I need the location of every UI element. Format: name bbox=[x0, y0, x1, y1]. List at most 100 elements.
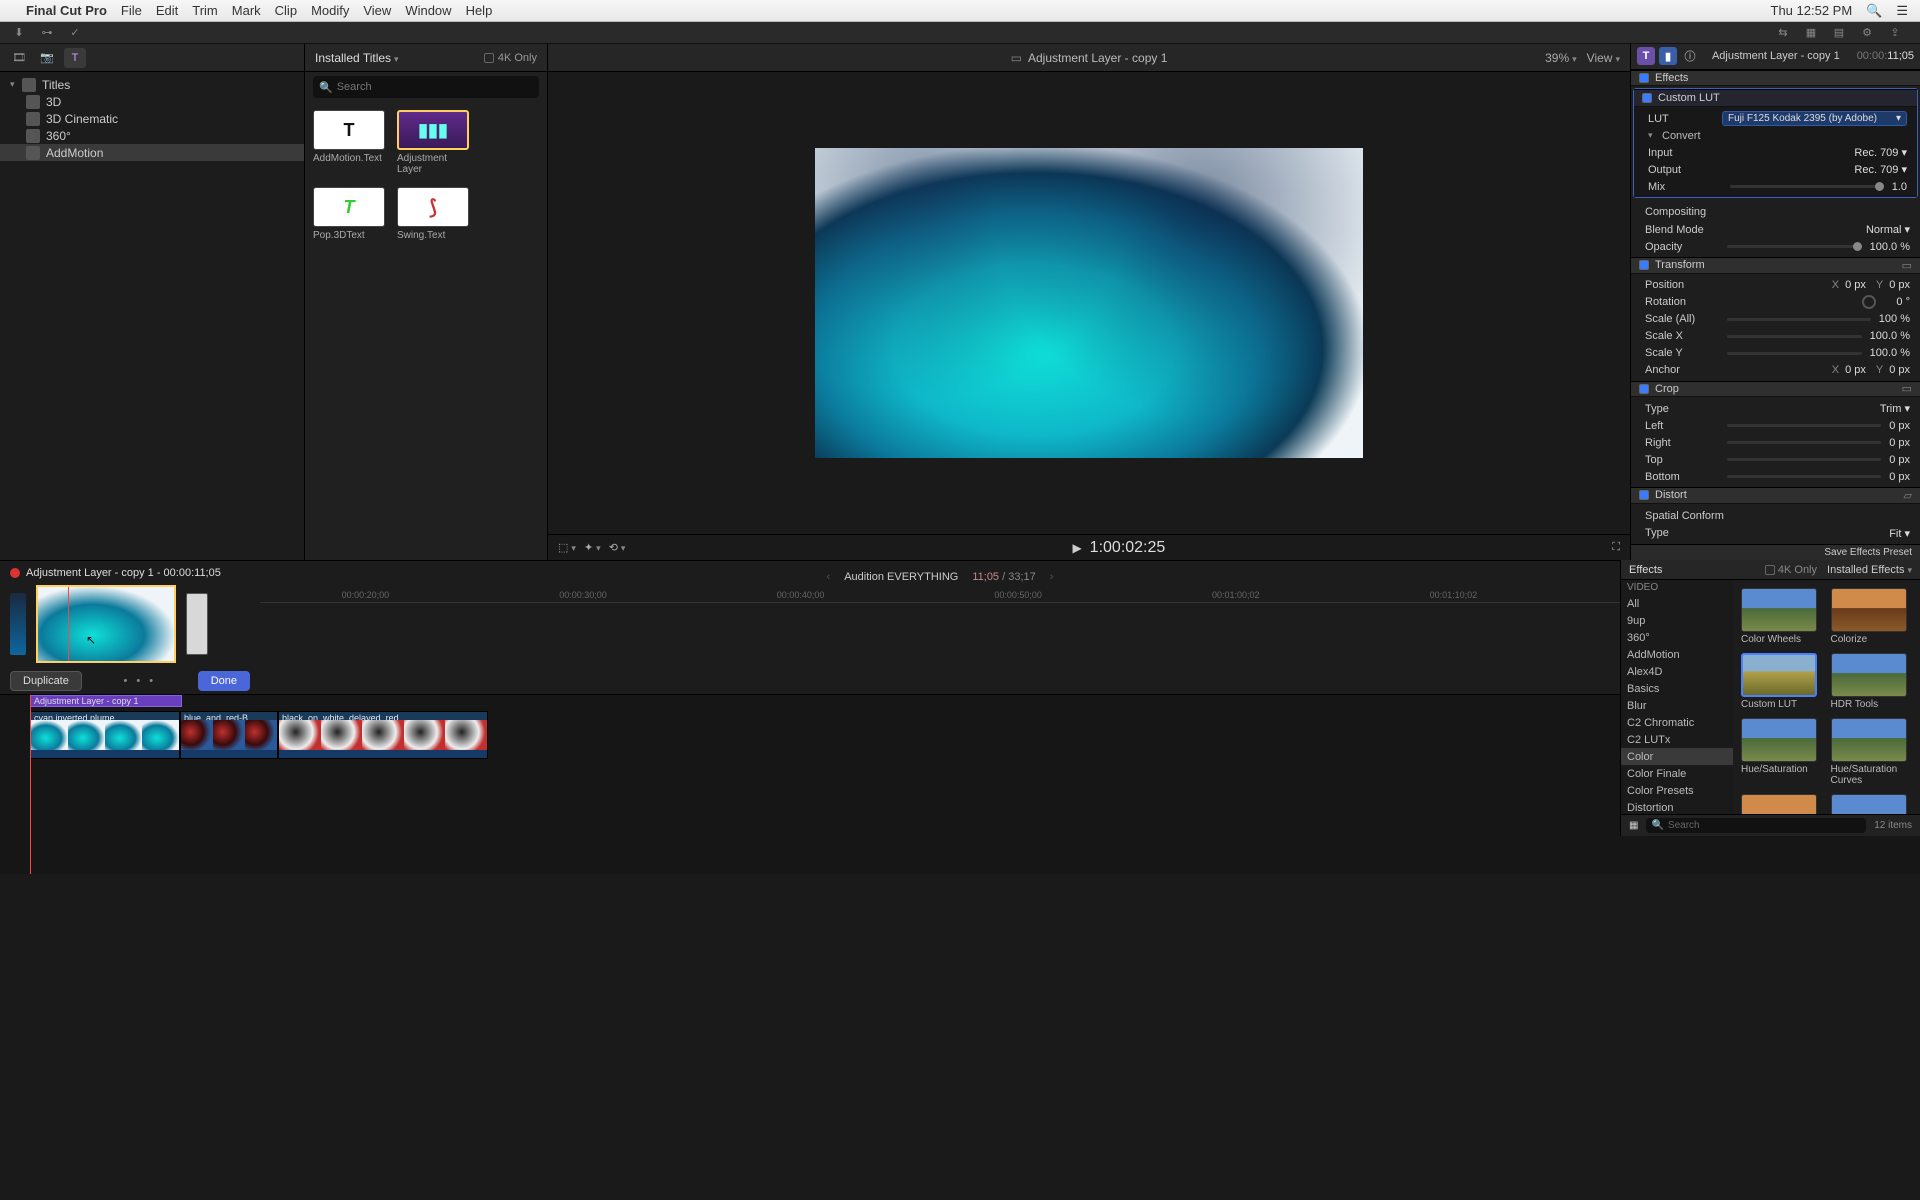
blend-value[interactable]: Normal ▾ bbox=[1866, 223, 1910, 236]
spatial-type-value[interactable]: Fit ▾ bbox=[1889, 527, 1910, 540]
grid-view-button[interactable]: ▦ bbox=[1800, 24, 1822, 42]
timeline-clip[interactable]: black_on_white_delayed_red bbox=[278, 711, 488, 759]
control-center-icon[interactable]: ☰ bbox=[1896, 3, 1908, 19]
crop-onscreen-icon[interactable]: ▭ bbox=[1902, 382, 1912, 395]
effect-item[interactable] bbox=[1831, 794, 1913, 814]
menu-clip[interactable]: Clip bbox=[275, 3, 297, 18]
crop-left-slider[interactable] bbox=[1727, 424, 1881, 427]
effects-cat[interactable]: Alex4D bbox=[1621, 663, 1733, 680]
browser-item[interactable]: ⟆ Swing.Text bbox=[397, 187, 469, 241]
browser-item[interactable]: ▮▮▮ Adjustment Layer bbox=[397, 110, 469, 175]
opacity-slider[interactable] bbox=[1727, 245, 1862, 248]
input-value[interactable]: Rec. 709 ▾ bbox=[1854, 146, 1907, 159]
audition-current-thumb[interactable]: ↖ bbox=[36, 585, 176, 663]
app-name[interactable]: Final Cut Pro bbox=[26, 3, 107, 18]
menu-window[interactable]: Window bbox=[405, 3, 451, 18]
browser-4k-only-toggle[interactable]: 4K Only bbox=[484, 52, 537, 64]
effects-cat[interactable]: AddMotion bbox=[1621, 646, 1733, 663]
viewer-canvas[interactable] bbox=[548, 72, 1630, 534]
pos-y[interactable]: 0 px bbox=[1889, 279, 1910, 291]
effects-cat[interactable]: Basics bbox=[1621, 680, 1733, 697]
crop-right-value[interactable]: 0 px bbox=[1889, 437, 1910, 449]
timeline-title-clip[interactable]: Adjustment Layer - copy 1 bbox=[30, 695, 182, 707]
nav-next-icon[interactable]: › bbox=[1050, 571, 1054, 583]
browser-item[interactable]: T AddMotion.Text bbox=[313, 110, 385, 175]
crop-left-value[interactable]: 0 px bbox=[1889, 420, 1910, 432]
play-button[interactable]: ▶ bbox=[1072, 541, 1081, 555]
effects-cat[interactable]: 360° bbox=[1621, 629, 1733, 646]
anchor-y[interactable]: 0 px bbox=[1889, 364, 1910, 376]
timeline-clip[interactable]: blue_and_red-B bbox=[180, 711, 278, 759]
inspector-tab-video[interactable]: ▮ bbox=[1659, 47, 1677, 65]
output-value[interactable]: Rec. 709 ▾ bbox=[1854, 163, 1907, 176]
effect-item[interactable]: Custom LUT bbox=[1741, 653, 1823, 710]
import-button[interactable]: ⬇ bbox=[8, 24, 30, 42]
audition-next-thumb[interactable] bbox=[186, 593, 208, 655]
transform-onscreen-icon[interactable]: ▭ bbox=[1902, 259, 1912, 272]
menu-file[interactable]: File bbox=[121, 3, 142, 18]
browser-title[interactable]: Installed Titles bbox=[315, 51, 399, 65]
effects-cat[interactable]: Distortion bbox=[1621, 799, 1733, 814]
effect-item[interactable]: Color Wheels bbox=[1741, 588, 1823, 645]
rotation-value[interactable]: 0 ° bbox=[1896, 296, 1910, 308]
clip-appearance-button[interactable]: ⚙ bbox=[1856, 24, 1878, 42]
playhead[interactable] bbox=[30, 695, 31, 874]
effects-cat[interactable]: Blur bbox=[1621, 697, 1733, 714]
crop-bottom-slider[interactable] bbox=[1727, 475, 1881, 478]
zoom-dropdown[interactable]: 39% bbox=[1545, 51, 1577, 65]
done-button[interactable]: Done bbox=[198, 671, 250, 691]
retime-tool-button[interactable]: ⟲ bbox=[609, 541, 626, 554]
crop-header[interactable]: Crop▭ bbox=[1631, 381, 1920, 398]
transform-tool-button[interactable]: ⬚ bbox=[558, 541, 576, 554]
tree-item-3d[interactable]: 3D bbox=[0, 93, 304, 110]
fullscreen-button[interactable]: ⛶ bbox=[1612, 541, 1620, 554]
effects-cat[interactable]: All bbox=[1621, 595, 1733, 612]
effect-item[interactable]: Colorize bbox=[1831, 588, 1913, 645]
effects-cat[interactable]: Color Presets bbox=[1621, 782, 1733, 799]
menu-mark[interactable]: Mark bbox=[232, 3, 261, 18]
enhance-tool-button[interactable]: ✦ bbox=[584, 541, 601, 554]
menu-help[interactable]: Help bbox=[466, 3, 493, 18]
browser-search-input[interactable] bbox=[337, 81, 533, 93]
menu-view[interactable]: View bbox=[363, 3, 391, 18]
audition-prev-thumb[interactable] bbox=[10, 593, 26, 655]
effects-cat[interactable]: Color Finale bbox=[1621, 765, 1733, 782]
scale-y-slider[interactable] bbox=[1727, 352, 1862, 355]
spotlight-icon[interactable]: 🔍 bbox=[1866, 3, 1882, 19]
scale-y-value[interactable]: 100.0 % bbox=[1870, 347, 1910, 359]
crop-top-value[interactable]: 0 px bbox=[1889, 454, 1910, 466]
tree-root-titles[interactable]: ▾Titles bbox=[0, 76, 304, 93]
effect-item[interactable]: HDR Tools bbox=[1831, 653, 1913, 710]
crop-bottom-value[interactable]: 0 px bbox=[1889, 471, 1910, 483]
share-button[interactable]: ⇪ bbox=[1884, 24, 1906, 42]
effect-item[interactable] bbox=[1741, 794, 1823, 814]
menu-trim[interactable]: Trim bbox=[192, 3, 218, 18]
scale-x-slider[interactable] bbox=[1727, 335, 1862, 338]
duplicate-button[interactable]: Duplicate bbox=[10, 671, 82, 691]
timeline-ruler[interactable]: 00:00:20;00 00:00:30;00 00:00:40;00 00:0… bbox=[260, 587, 1620, 603]
effects-cat[interactable]: 9up bbox=[1621, 612, 1733, 629]
arrange-button[interactable]: ⇆ bbox=[1772, 24, 1794, 42]
inspector-tab-info[interactable]: ⓘ bbox=[1681, 47, 1699, 65]
installed-effects-dropdown[interactable]: Installed Effects bbox=[1827, 564, 1912, 576]
list-view-button[interactable]: ▤ bbox=[1828, 24, 1850, 42]
effects-view-mode-icon[interactable]: ▦ bbox=[1629, 820, 1638, 831]
crop-top-slider[interactable] bbox=[1727, 458, 1881, 461]
effect-item[interactable]: Hue/Saturation Curves bbox=[1831, 718, 1913, 786]
pos-x[interactable]: 0 px bbox=[1845, 279, 1866, 291]
crop-type-value[interactable]: Trim ▾ bbox=[1880, 402, 1910, 415]
audition-pager[interactable]: • • • bbox=[123, 675, 156, 687]
tree-item-3d-cinematic[interactable]: 3D Cinematic bbox=[0, 110, 304, 127]
effects-cat[interactable]: Color bbox=[1621, 748, 1733, 765]
lut-select[interactable]: Fuji F125 Kodak 2395 (by Adobe)▾ bbox=[1722, 111, 1907, 126]
effects-search[interactable]: 🔍Search bbox=[1646, 818, 1866, 833]
photos-tab-icon[interactable]: 📷 bbox=[36, 48, 58, 68]
menu-modify[interactable]: Modify bbox=[311, 3, 349, 18]
inspector-tab-title[interactable]: T bbox=[1637, 47, 1655, 65]
tree-item-addmotion[interactable]: AddMotion bbox=[0, 144, 304, 161]
anchor-x[interactable]: 0 px bbox=[1845, 364, 1866, 376]
scale-all-value[interactable]: 100 % bbox=[1879, 313, 1910, 325]
keyword-button[interactable]: ⊶ bbox=[36, 24, 58, 42]
distort-header[interactable]: Distort▱ bbox=[1631, 487, 1920, 504]
libraries-tab-icon[interactable]: 🎞 bbox=[8, 48, 30, 68]
